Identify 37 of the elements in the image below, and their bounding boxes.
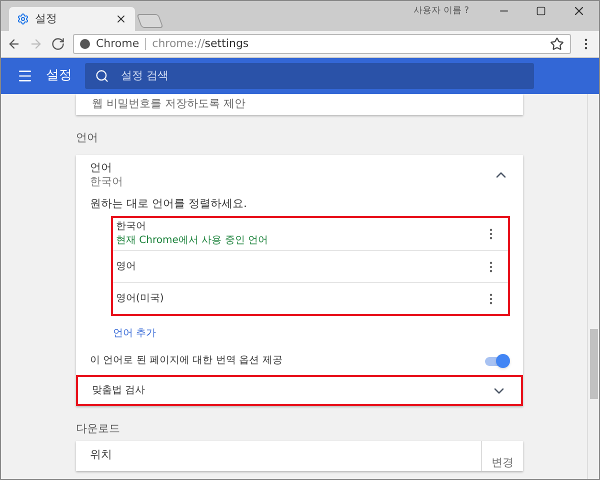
section-heading: 언어 bbox=[76, 131, 99, 145]
setting-title: 위치 bbox=[89, 447, 113, 463]
setting-title: 언어 bbox=[90, 161, 113, 175]
site-icon bbox=[80, 39, 90, 49]
back-icon[interactable] bbox=[7, 37, 21, 51]
scrollbar[interactable] bbox=[587, 94, 599, 479]
spellcheck-row[interactable]: 맞춤법 검사 bbox=[76, 375, 523, 406]
language-name: 영어(미국) bbox=[116, 292, 165, 306]
menu-icon[interactable] bbox=[17, 68, 33, 84]
search-icon bbox=[95, 69, 109, 83]
toggle-switch[interactable] bbox=[485, 356, 507, 366]
url-text: chrome://settings bbox=[152, 37, 250, 51]
change-button[interactable]: 변경 bbox=[492, 456, 514, 470]
star-icon[interactable] bbox=[550, 37, 564, 51]
search-placeholder: 설정 검색 bbox=[121, 69, 168, 83]
setting-value: 한국어 bbox=[90, 175, 124, 189]
setting-label: 이 언어로 된 페이지에 대한 번역 옵션 제공 bbox=[90, 354, 284, 368]
section-heading: 다운로드 bbox=[76, 422, 121, 436]
add-language-link[interactable]: 언어 추가 bbox=[113, 328, 156, 339]
settings-icon bbox=[17, 13, 29, 25]
close-icon[interactable] bbox=[572, 4, 586, 18]
setting-label: 웹 비밀번호를 저장하도록 제안 bbox=[92, 97, 246, 110]
tab-title: 설정 bbox=[35, 12, 58, 26]
search-field[interactable]: 설정 검색 bbox=[85, 63, 534, 89]
browser-tab[interactable]: 설정 bbox=[9, 7, 135, 31]
site-name: Chrome bbox=[96, 37, 140, 51]
language-name: 한국어 bbox=[116, 220, 147, 234]
address-bar[interactable]: Chrome chrome://settings bbox=[73, 34, 571, 54]
close-icon[interactable] bbox=[115, 13, 127, 25]
profile-name[interactable]: 사용자 이름 ? bbox=[414, 4, 469, 18]
language-note: 현재 Chrome에서 사용 중인 언어 bbox=[116, 234, 269, 248]
instruction-text: 원하는 대로 언어를 정렬하세요. bbox=[89, 197, 248, 211]
maximize-icon[interactable] bbox=[536, 6, 546, 16]
header-title: 설정 bbox=[46, 69, 73, 83]
setting-label: 맞춤법 검사 bbox=[92, 384, 146, 398]
language-name: 영어 bbox=[116, 260, 137, 274]
reload-icon[interactable] bbox=[51, 37, 65, 51]
